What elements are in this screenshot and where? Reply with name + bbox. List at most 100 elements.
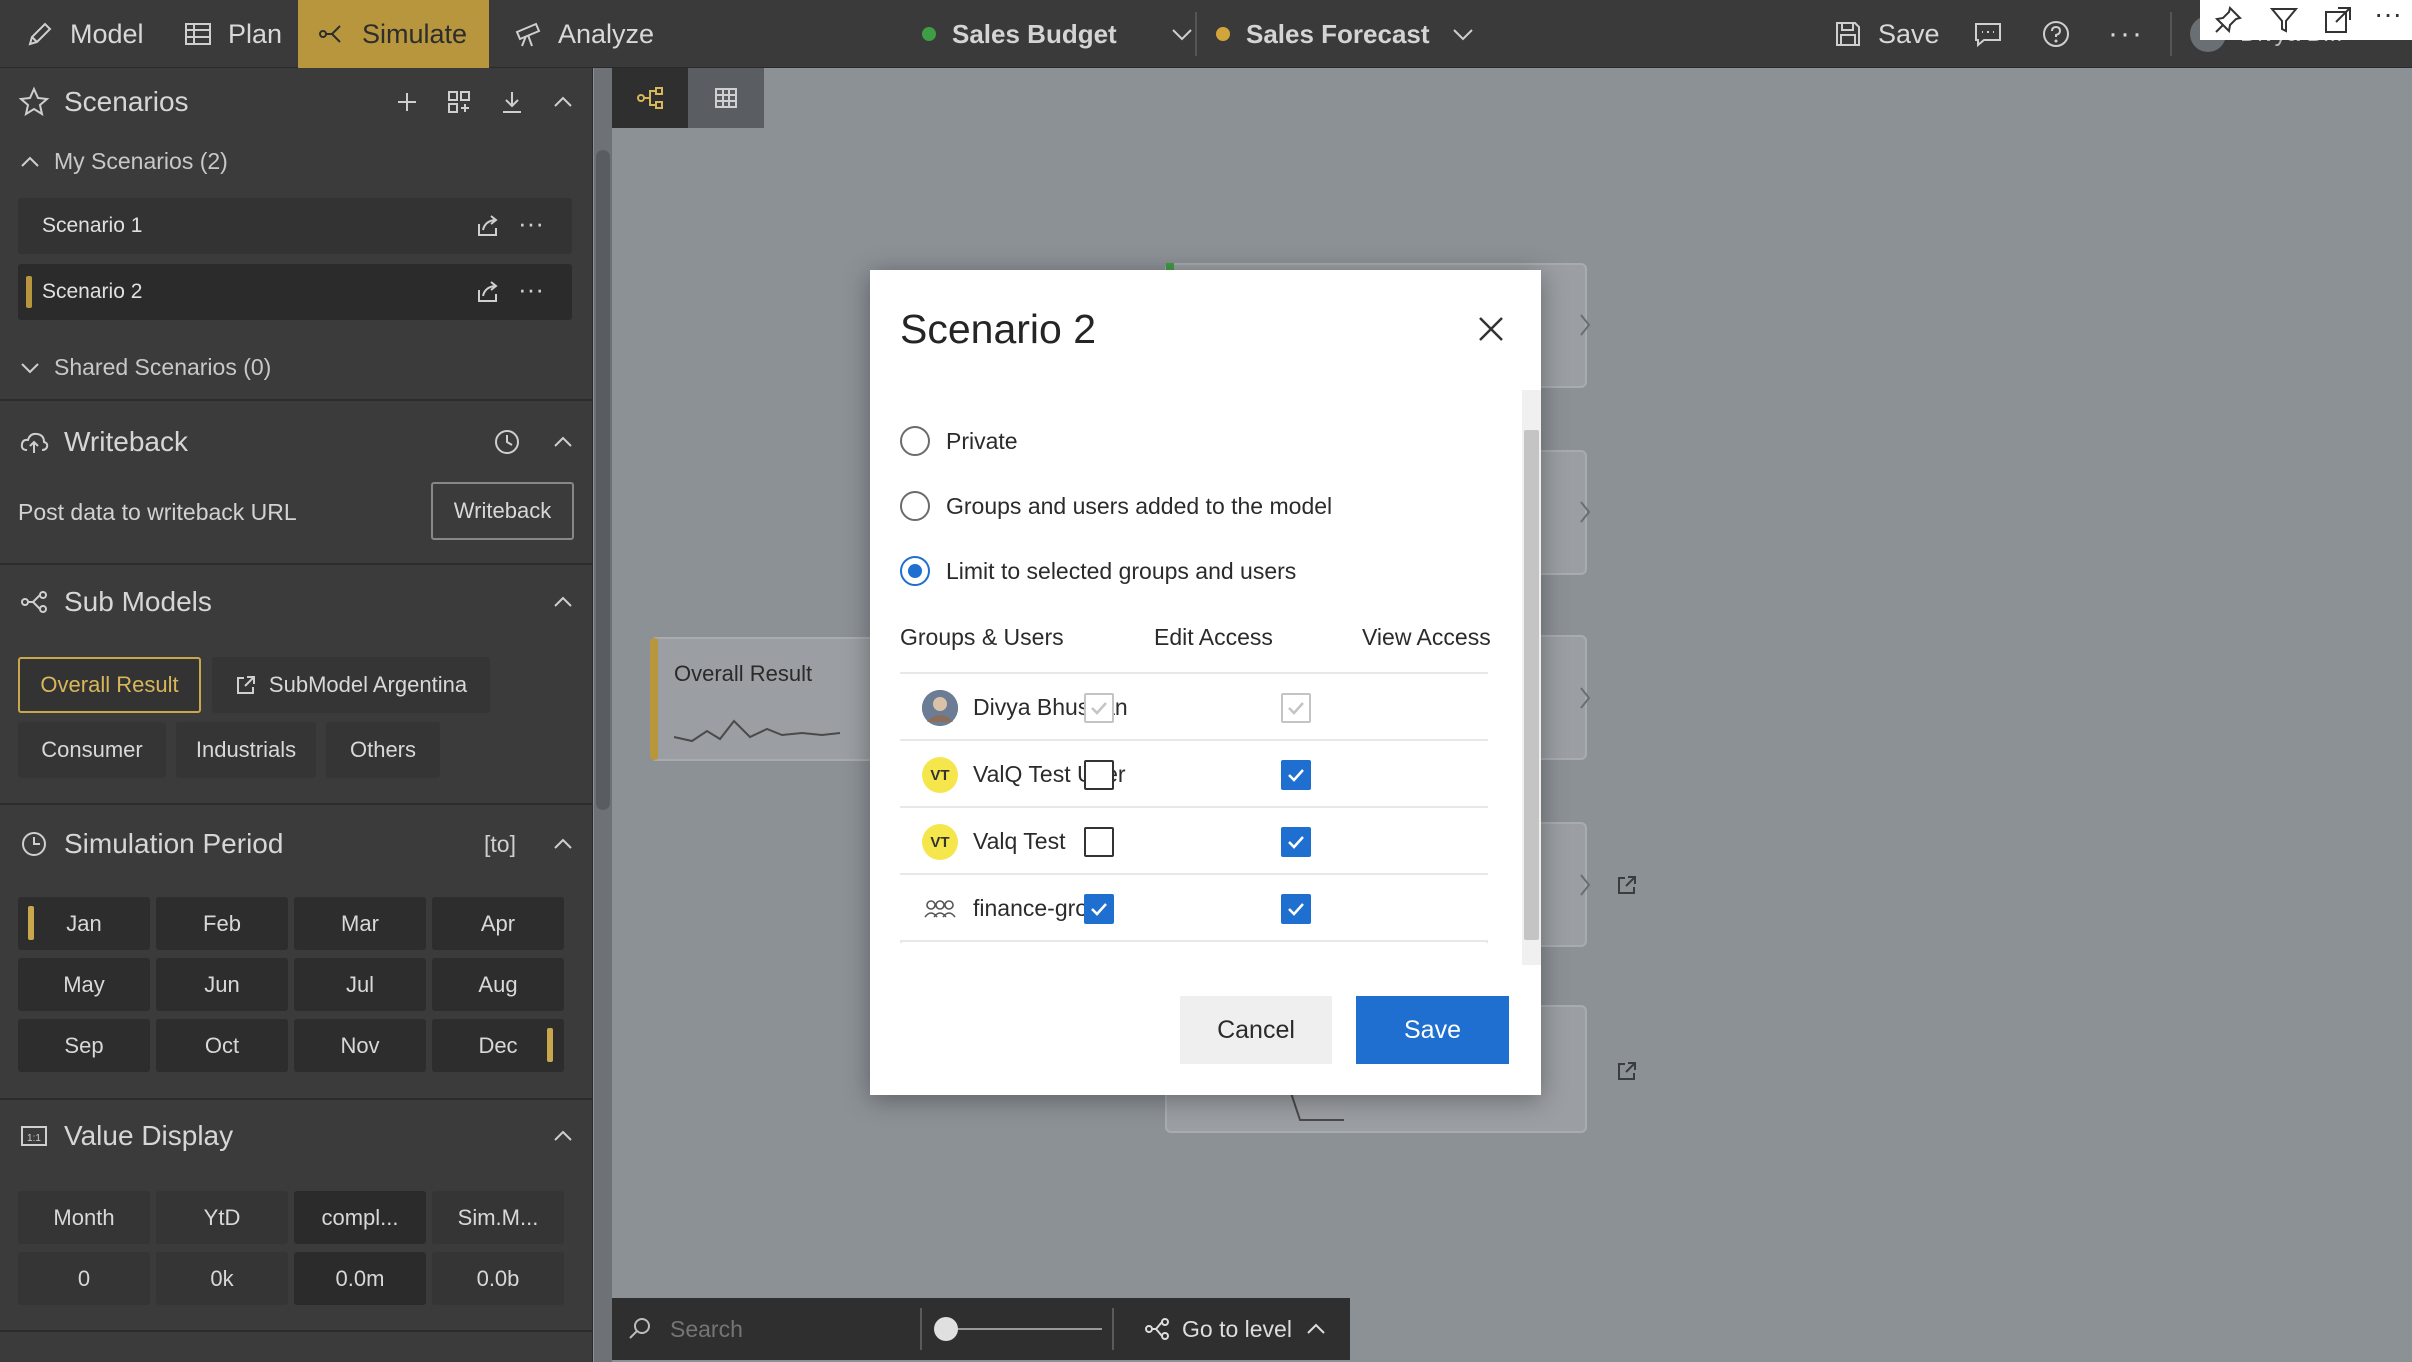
clock-icon	[22, 832, 46, 856]
sales-forecast-selector[interactable]: Sales Forecast	[1216, 0, 1476, 68]
close-icon[interactable]	[1475, 313, 1507, 345]
submodel-chip-others[interactable]: Others	[326, 722, 440, 778]
submodel-chip-consumer[interactable]: Consumer	[18, 722, 166, 778]
focus-mode-icon[interactable]	[2322, 4, 2354, 36]
nav-model[interactable]: Model	[6, 0, 162, 68]
writeback-button[interactable]: Writeback	[431, 482, 574, 540]
chevron-down-icon	[1172, 29, 1192, 41]
grid-view-tab[interactable]	[688, 68, 764, 128]
chevron-right-icon[interactable]	[1575, 870, 1597, 900]
save-button[interactable]: Save	[1356, 996, 1509, 1064]
column-header-view: View Access	[1362, 624, 1491, 650]
more-options-icon[interactable]: ···	[2374, 0, 2402, 30]
edit-access-checkbox[interactable]	[1084, 894, 1114, 924]
filter-icon[interactable]	[2268, 4, 2300, 36]
nav-simulate[interactable]: Simulate	[298, 0, 489, 68]
month-cell[interactable]: Aug	[432, 958, 564, 1011]
overall-result-chip[interactable]: Overall Result	[18, 657, 201, 713]
month-cell[interactable]: Sep	[18, 1019, 150, 1072]
more-options-icon[interactable]: ···	[518, 274, 544, 305]
chevron-right-icon[interactable]	[1575, 310, 1597, 340]
period-start-handle[interactable]	[28, 906, 34, 940]
view-access-checkbox[interactable]	[1281, 760, 1311, 790]
month-cell[interactable]: Apr	[432, 897, 564, 950]
month-cell[interactable]: Feb	[156, 897, 288, 950]
group-icon	[924, 900, 956, 918]
edit-access-checkbox[interactable]	[1084, 760, 1114, 790]
period-end-handle[interactable]	[547, 1028, 553, 1062]
value-display-option[interactable]: compl...	[294, 1191, 426, 1244]
value-display-option[interactable]: YtD	[156, 1191, 288, 1244]
budget-status-dot	[922, 27, 936, 41]
comments-button[interactable]	[1972, 0, 2004, 68]
cancel-button[interactable]: Cancel	[1180, 996, 1332, 1064]
section-divider	[0, 1330, 593, 1332]
avatar	[922, 891, 958, 927]
zoom-slider-track[interactable]	[942, 1328, 1102, 1330]
edit-access-checkbox[interactable]	[1084, 693, 1114, 723]
month-cell[interactable]: Oct	[156, 1019, 288, 1072]
compare-icon[interactable]	[444, 87, 474, 117]
more-options-icon[interactable]: ···	[518, 208, 544, 239]
chevron-right-icon[interactable]	[1575, 497, 1597, 527]
search-input[interactable]	[670, 1310, 910, 1348]
writeback-description: Post data to writeback URL	[18, 499, 297, 525]
value-display-option[interactable]: Month	[18, 1191, 150, 1244]
view-access-checkbox[interactable]	[1281, 693, 1311, 723]
share-icon[interactable]	[474, 278, 502, 306]
radio-button	[900, 491, 930, 521]
shared-scenarios-toggle[interactable]: Shared Scenarios (0)	[18, 354, 271, 381]
tree-view-tab[interactable]	[612, 68, 688, 128]
side-panel-scrollbar[interactable]	[596, 150, 610, 810]
share-icon[interactable]	[474, 212, 502, 240]
side-panel: Scenarios My Scenarios (2) Scenario 1 ··…	[0, 68, 593, 1362]
go-to-level-button[interactable]: Go to level	[1144, 1298, 1328, 1360]
sales-budget-selector[interactable]: Sales Budget	[922, 0, 1195, 68]
radio-limit-selected[interactable]: Limit to selected groups and users	[900, 556, 1296, 586]
month-cell[interactable]: Nov	[294, 1019, 426, 1072]
view-access-checkbox[interactable]	[1281, 827, 1311, 857]
month-cell[interactable]: Mar	[294, 897, 426, 950]
scenario-row-1[interactable]: Scenario 1 ···	[18, 198, 572, 254]
dialog-scrollbar[interactable]	[1524, 430, 1539, 940]
help-button[interactable]	[2040, 0, 2072, 68]
external-link-icon[interactable]	[1616, 874, 1638, 896]
history-icon[interactable]	[492, 427, 522, 457]
nav-analyze[interactable]: Analyze	[494, 0, 672, 68]
table-row: VT Valq Test	[900, 808, 1488, 875]
add-icon[interactable]	[392, 87, 422, 117]
value-display-option[interactable]: Sim.M...	[432, 1191, 564, 1244]
my-scenarios-toggle[interactable]: My Scenarios (2)	[18, 148, 228, 175]
zoom-slider-handle[interactable]	[934, 1317, 958, 1341]
radio-private[interactable]: Private	[900, 426, 1018, 456]
download-icon[interactable]	[497, 87, 527, 117]
month-cell[interactable]: Jan	[18, 897, 150, 950]
external-link-icon[interactable]	[1616, 1060, 1638, 1082]
pin-icon[interactable]	[2212, 4, 2244, 36]
chevron-up-icon[interactable]	[548, 1121, 578, 1151]
chevron-up-icon[interactable]	[548, 587, 578, 617]
table-icon	[185, 23, 211, 45]
column-header-groups: Groups & Users	[900, 624, 1064, 650]
table-row: VT ValQ Test User	[900, 741, 1488, 808]
value-display-icon: 1:1	[21, 1126, 47, 1146]
more-options-icon[interactable]: ···	[2108, 0, 2144, 68]
chevron-up-icon[interactable]	[548, 87, 578, 117]
overall-result-node[interactable]: Overall Result	[650, 637, 885, 761]
submodel-chip-industrials[interactable]: Industrials	[176, 722, 316, 778]
radio-groups-and-users[interactable]: Groups and users added to the model	[900, 491, 1332, 521]
submodel-argentina-chip[interactable]: SubModel Argentina	[212, 657, 490, 713]
checkmark-icon	[1288, 769, 1304, 782]
edit-access-checkbox[interactable]	[1084, 827, 1114, 857]
save-button[interactable]: Save	[1832, 0, 1940, 68]
view-access-checkbox[interactable]	[1281, 894, 1311, 924]
chevron-right-icon[interactable]	[1575, 683, 1597, 713]
month-cell[interactable]: Jul	[294, 958, 426, 1011]
month-cell[interactable]: Jun	[156, 958, 288, 1011]
month-cell[interactable]: Dec	[432, 1019, 564, 1072]
month-cell[interactable]: May	[18, 958, 150, 1011]
chevron-up-icon[interactable]	[548, 829, 578, 859]
chevron-up-icon[interactable]	[548, 427, 578, 457]
nav-plan[interactable]: Plan	[164, 0, 300, 68]
scenario-row-2[interactable]: Scenario 2 ···	[18, 264, 572, 320]
